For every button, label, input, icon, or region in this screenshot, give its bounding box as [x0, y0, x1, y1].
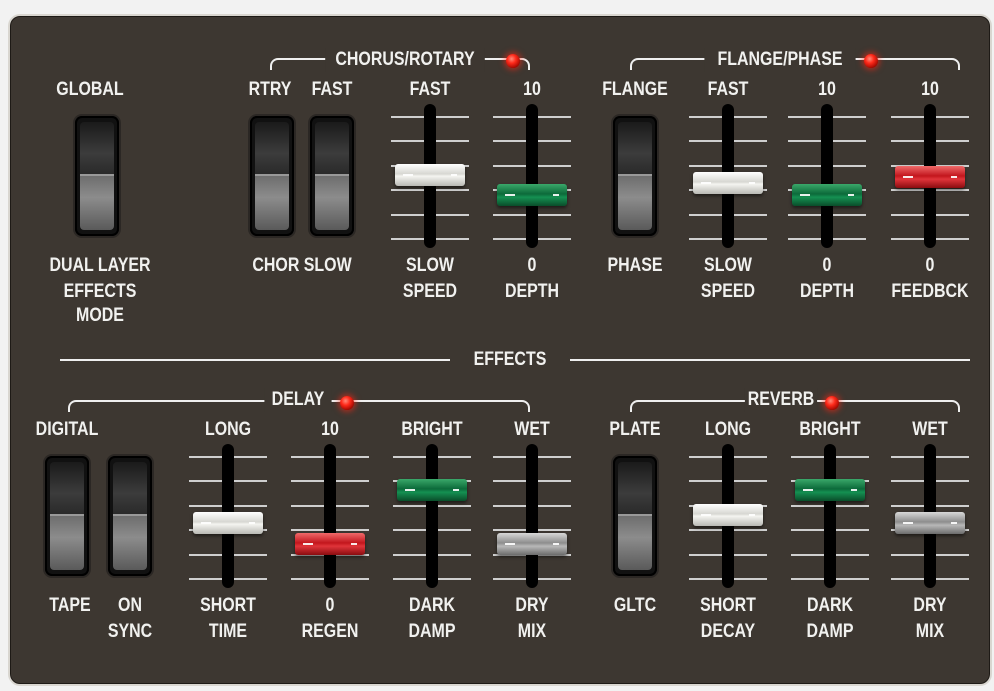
reverb-mix-slider-name-label: MIX [915, 621, 945, 642]
sync-label: SYNC [107, 621, 153, 642]
chorus-depth-slider-name-label: DEPTH [504, 281, 560, 302]
reverb-decay-slider-handle[interactable] [693, 503, 763, 526]
delay-mix-slider-handle[interactable] [497, 532, 567, 555]
plate-gltc-switch[interactable] [613, 456, 657, 576]
reverb-damp-slider-name-label: DAMP [806, 621, 854, 642]
flange-depth-slider-track [821, 104, 833, 248]
reverb-mix-slider-handle[interactable] [895, 512, 965, 535]
chorus-led-indicator [506, 54, 520, 68]
effects-heading: EFFECTS [473, 349, 547, 370]
chorus-speed-slider-handle[interactable] [395, 163, 465, 186]
fast-label: FAST [311, 79, 353, 100]
rtry-label: RTRY [248, 79, 292, 100]
chor-slow-label: CHOR SLOW [252, 255, 352, 276]
rtry-chor-switch[interactable] [250, 116, 294, 236]
delay-damp-slider-track [426, 444, 438, 588]
effects-divider-right [570, 359, 970, 361]
on-label: ON [118, 595, 142, 616]
reverb-mix-slider-max-label: WET [912, 419, 948, 440]
digital-tape-switch[interactable] [45, 456, 89, 576]
flange-depth-slider-handle[interactable] [792, 184, 862, 207]
chorus-speed-slider-min-label: SLOW [406, 255, 454, 276]
delay-regen-slider-name-label: REGEN [301, 621, 359, 642]
flange-feedback-slider-name-label: FEEDBCK [891, 281, 969, 302]
effects-panel: GLOBAL DUAL LAYER EFFECTS MODE CHORUS/RO… [8, 14, 992, 686]
reverb-decay-slider-min-label: SHORT [700, 595, 756, 616]
chorus-depth-slider-max-label: 10 [523, 79, 541, 100]
effects-label: EFFECTS [63, 281, 137, 302]
delay-regen-slider-min-label: 0 [325, 595, 335, 616]
plate-label: PLATE [609, 419, 661, 440]
flange-feedback-slider-min-label: 0 [925, 255, 935, 276]
flange-speed-slider-name-label: SPEED [700, 281, 756, 302]
chorus-depth-slider-track [526, 104, 538, 248]
flange-speed-slider-min-label: SLOW [704, 255, 752, 276]
dual-layer-label: DUAL LAYER [49, 255, 151, 276]
reverb-damp-slider-track [824, 444, 836, 588]
flange-depth-slider-max-label: 10 [818, 79, 836, 100]
flange-led-indicator [864, 54, 878, 68]
reverb-decay-slider-name-label: DECAY [700, 621, 756, 642]
reverb-led-indicator [825, 396, 839, 410]
flange-depth-slider-name-label: DEPTH [799, 281, 855, 302]
fast-slow-switch[interactable] [310, 116, 354, 236]
delay-regen-slider-track [324, 444, 336, 588]
delay-led-indicator [340, 396, 354, 410]
delay-damp-slider-min-label: DARK [408, 595, 456, 616]
flange-feedback-slider-handle[interactable] [895, 166, 965, 188]
delay-damp-slider-handle[interactable] [397, 479, 467, 502]
chorus-speed-slider-max-label: FAST [409, 79, 451, 100]
reverb-mix-slider-min-label: DRY [913, 595, 947, 616]
delay-time-slider-handle[interactable] [193, 512, 263, 535]
delay-time-slider-name-label: TIME [208, 621, 248, 642]
flange-phase-switch[interactable] [613, 116, 657, 236]
sync-switch[interactable] [108, 456, 152, 576]
delay-mix-slider-min-label: DRY [515, 595, 549, 616]
flange-label: FLANGE [602, 79, 668, 100]
chorus-depth-slider-handle[interactable] [497, 184, 567, 207]
delay-time-slider-min-label: SHORT [200, 595, 256, 616]
flange-speed-slider-max-label: FAST [707, 79, 749, 100]
delay-damp-slider-max-label: BRIGHT [401, 419, 463, 440]
delay-mix-slider-max-label: WET [514, 419, 550, 440]
reverb-title: REVERB [744, 388, 818, 412]
gltc-label: GLTC [613, 595, 657, 616]
reverb-decay-slider-max-label: LONG [704, 419, 752, 440]
flange-feedback-slider-max-label: 10 [921, 79, 939, 100]
effects-divider-left [60, 359, 450, 361]
flange-depth-slider-min-label: 0 [822, 255, 832, 276]
flange-phase-title: FLANGE/PHASE [704, 48, 856, 72]
delay-mix-slider-track [526, 444, 538, 588]
delay-regen-slider-handle[interactable] [295, 532, 365, 555]
delay-title: DELAY [264, 388, 332, 412]
reverb-damp-slider-max-label: BRIGHT [799, 419, 861, 440]
global-label: GLOBAL [56, 79, 124, 100]
tape-label: TAPE [49, 595, 91, 616]
chorus-rotary-title: CHORUS/ROTARY [325, 48, 485, 72]
delay-mix-slider-name-label: MIX [517, 621, 547, 642]
phase-label: PHASE [607, 255, 663, 276]
chorus-depth-slider-min-label: 0 [527, 255, 537, 276]
reverb-damp-slider-handle[interactable] [795, 479, 865, 502]
digital-label: DIGITAL [35, 419, 99, 440]
flange-speed-slider-handle[interactable] [693, 172, 763, 195]
reverb-damp-slider-min-label: DARK [806, 595, 854, 616]
delay-damp-slider-name-label: DAMP [408, 621, 456, 642]
global-mode-switch[interactable] [75, 116, 119, 236]
mode-label: MODE [76, 305, 124, 326]
delay-regen-slider-max-label: 10 [321, 419, 339, 440]
delay-time-slider-max-label: LONG [204, 419, 252, 440]
chorus-speed-slider-name-label: SPEED [402, 281, 458, 302]
